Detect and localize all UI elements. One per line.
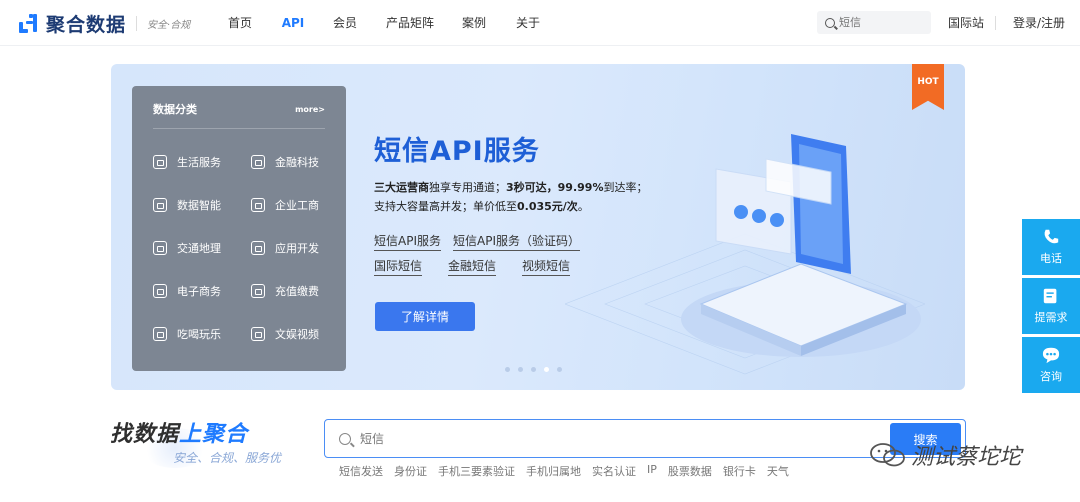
category-label: 交通地理 bbox=[177, 241, 221, 255]
category-item[interactable]: 金融科技 bbox=[251, 140, 349, 183]
hot-search-words: 短信发送 身份证 手机三要素验证 手机归属地 实名认证 IP 股票数据 银行卡 天气 bbox=[339, 463, 800, 479]
side-consult-button[interactable]: 咨询 bbox=[1022, 337, 1080, 393]
category-more-link[interactable]: more> bbox=[295, 105, 325, 114]
learn-more-button[interactable]: 了解详情 bbox=[375, 302, 475, 331]
category-item[interactable]: 生活服务 bbox=[153, 140, 251, 183]
hot-word-link[interactable]: 手机归属地 bbox=[526, 463, 581, 479]
banner-title: 短信API服务 bbox=[374, 136, 540, 167]
slogan-sub: 安全、合规、服务优 bbox=[173, 451, 282, 465]
category-label: 应用开发 bbox=[275, 241, 319, 255]
carousel-dots bbox=[505, 367, 570, 372]
hot-word-link[interactable]: 银行卡 bbox=[723, 463, 756, 479]
category-icon bbox=[153, 197, 167, 212]
category-icon bbox=[251, 197, 265, 212]
category-icon bbox=[251, 283, 265, 298]
category-label: 数据智能 bbox=[177, 198, 221, 212]
category-item[interactable]: 企业工商 bbox=[251, 183, 349, 226]
category-item[interactable]: 交通地理 bbox=[153, 226, 251, 269]
carousel-dot[interactable] bbox=[518, 367, 523, 372]
side-phone-label: 电话 bbox=[1040, 252, 1062, 265]
header-search[interactable] bbox=[817, 11, 931, 34]
category-label: 吃喝玩乐 bbox=[177, 327, 221, 341]
category-icon bbox=[251, 326, 265, 341]
category-item[interactable]: 文娱视频 bbox=[251, 312, 349, 355]
banner-links: 短信API服务 短信API服务（验证码） 国际短信 金融短信 视频短信 bbox=[374, 232, 614, 282]
link-intl-sms[interactable]: 国际短信 bbox=[374, 257, 423, 276]
link-video-sms[interactable]: 视频短信 bbox=[522, 257, 571, 276]
category-panel: 数据分类 more> 生活服务 金融科技数据智能 企业工商交通地理 应用开发电子商务 充… bbox=[132, 86, 346, 371]
nav-item[interactable]: 产品矩阵 bbox=[381, 0, 439, 46]
header-divider bbox=[995, 16, 996, 30]
login-link[interactable]: 登录/注册 bbox=[1013, 0, 1065, 46]
side-phone-button[interactable]: 电话 bbox=[1022, 219, 1080, 275]
wechat-icon bbox=[870, 443, 905, 467]
carousel-dot[interactable] bbox=[557, 367, 562, 372]
carousel-dot[interactable] bbox=[505, 367, 510, 372]
hero-banner[interactable]: 数据分类 more> 生活服务 金融科技数据智能 企业工商交通地理 应用开发电子商务 充… bbox=[111, 64, 965, 390]
hot-word-link[interactable]: 身份证 bbox=[394, 463, 427, 479]
category-label: 电子商务 bbox=[177, 284, 221, 298]
nav-item[interactable]: 案例 bbox=[455, 0, 493, 46]
search-icon bbox=[339, 432, 351, 445]
category-item[interactable]: 应用开发 bbox=[251, 226, 349, 269]
category-title: 数据分类 bbox=[153, 103, 197, 116]
category-label: 企业工商 bbox=[275, 198, 319, 212]
category-grid: 生活服务 金融科技数据智能 企业工商交通地理 应用开发电子商务 充值缴费吃喝玩乐 文娱视频 bbox=[153, 140, 325, 355]
nav-item[interactable]: 首页 bbox=[218, 0, 262, 46]
category-item[interactable]: 电子商务 bbox=[153, 269, 251, 312]
edit-icon bbox=[1043, 288, 1057, 304]
side-request-label: 提需求 bbox=[1034, 311, 1068, 324]
hot-badge: HOT bbox=[912, 64, 944, 110]
category-icon bbox=[153, 240, 167, 255]
nav-item[interactable]: API bbox=[276, 0, 310, 46]
carousel-dot[interactable] bbox=[544, 367, 549, 372]
search-icon bbox=[825, 17, 835, 28]
link-sms-api-captcha[interactable]: 短信API服务（验证码） bbox=[453, 232, 580, 251]
category-label: 充值缴费 bbox=[275, 284, 319, 298]
nav-item[interactable]: 关于 bbox=[509, 0, 547, 46]
category-icon bbox=[153, 154, 167, 169]
nav-item[interactable]: 会员 bbox=[328, 0, 362, 46]
hot-word-link[interactable]: 实名认证 bbox=[592, 463, 636, 479]
hot-word-link[interactable]: 短信发送 bbox=[339, 463, 383, 479]
main-search-input[interactable] bbox=[360, 431, 880, 446]
watermark-text: 测试蔡坨坨 bbox=[911, 445, 1022, 470]
category-item[interactable]: 数据智能 bbox=[153, 183, 251, 226]
slogan-main-b: 上聚合 bbox=[179, 422, 249, 447]
category-icon bbox=[153, 326, 167, 341]
phone-message-illustration bbox=[681, 134, 921, 357]
side-request-button[interactable]: 提需求 bbox=[1022, 278, 1080, 334]
category-label: 金融科技 bbox=[275, 155, 319, 169]
side-consult-label: 咨询 bbox=[1040, 370, 1062, 383]
category-divider bbox=[153, 128, 325, 129]
category-item[interactable]: 吃喝玩乐 bbox=[153, 312, 251, 355]
hot-word-link[interactable]: 手机三要素验证 bbox=[438, 463, 515, 479]
category-label: 文娱视频 bbox=[275, 327, 319, 341]
top-header: 聚合数据 安全·合规 首页API会员产品矩阵案例关于 国际站 登录/注册 bbox=[0, 0, 1080, 46]
hot-word-link[interactable]: 天气 bbox=[767, 463, 789, 479]
header-search-input[interactable] bbox=[839, 16, 919, 29]
hot-word-link[interactable]: 股票数据 bbox=[668, 463, 712, 479]
watermark: 测试蔡坨坨 bbox=[868, 439, 1021, 471]
category-icon bbox=[251, 240, 265, 255]
slogan-main-a: 找数据 bbox=[110, 422, 180, 447]
category-item[interactable]: 充值缴费 bbox=[251, 269, 349, 312]
carousel-dot[interactable] bbox=[531, 367, 536, 372]
link-finance-sms[interactable]: 金融短信 bbox=[448, 257, 497, 276]
hot-word-link[interactable]: IP bbox=[647, 463, 657, 479]
category-icon bbox=[153, 283, 167, 298]
intl-site-link[interactable]: 国际站 bbox=[948, 0, 984, 46]
category-label: 生活服务 bbox=[177, 155, 221, 169]
chat-icon bbox=[1042, 347, 1060, 364]
link-sms-api[interactable]: 短信API服务 bbox=[374, 232, 441, 251]
search-slogan: 找数据上聚合 安全、合规、服务优 bbox=[110, 416, 281, 466]
category-icon bbox=[251, 154, 265, 169]
banner-description: 三大运营商独享专用通道；3秒可达，99.99%到达率； 支持大容量高并发；单价低… bbox=[374, 181, 648, 213]
phone-icon bbox=[1044, 229, 1059, 244]
